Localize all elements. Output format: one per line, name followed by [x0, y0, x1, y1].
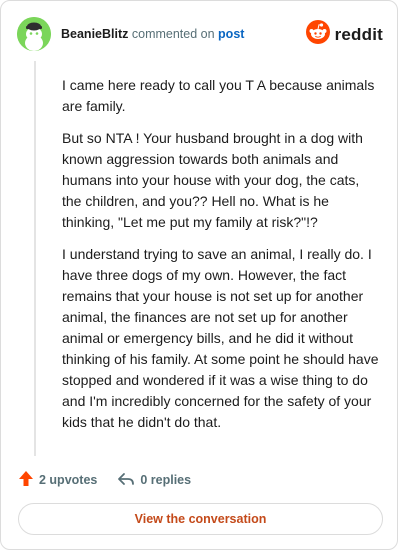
comment-paragraph: I understand trying to save an animal, I…	[62, 246, 379, 430]
reply-arrow-icon	[117, 471, 140, 490]
upvote-count: 2 upvotes	[39, 473, 98, 487]
upvote-button[interactable]: 2 upvotes	[18, 470, 97, 490]
comment-card: BeanieBlitz commented on post reddit I c…	[0, 0, 398, 550]
thread-line	[34, 61, 36, 456]
snoo-avatar-icon[interactable]	[17, 17, 51, 51]
comment-paragraph: I came here ready to call you T A becaus…	[62, 77, 375, 114]
comment-body: I came here ready to call you T A becaus…	[62, 75, 380, 444]
commented-on-text: commented on	[131, 27, 215, 41]
comment-actions: 2 upvotes 0 replies	[18, 469, 191, 491]
view-conversation-button[interactable]: View the conversation	[18, 503, 383, 535]
comment-paragraph: But so NTA ! Your husband brought in a d…	[62, 130, 363, 230]
comment-meta: BeanieBlitz commented on post	[61, 26, 244, 42]
reply-count: 0 replies	[140, 473, 192, 487]
reddit-wordmark: reddit	[334, 24, 383, 44]
reply-button[interactable]: 0 replies	[117, 471, 191, 490]
post-link[interactable]: post	[218, 27, 244, 41]
username[interactable]: BeanieBlitz	[61, 27, 128, 41]
reddit-brand[interactable]: reddit	[305, 20, 383, 49]
reddit-logo-icon	[305, 20, 330, 49]
upvote-arrow-icon	[18, 470, 39, 490]
comment-header: BeanieBlitz commented on post reddit	[17, 16, 383, 52]
